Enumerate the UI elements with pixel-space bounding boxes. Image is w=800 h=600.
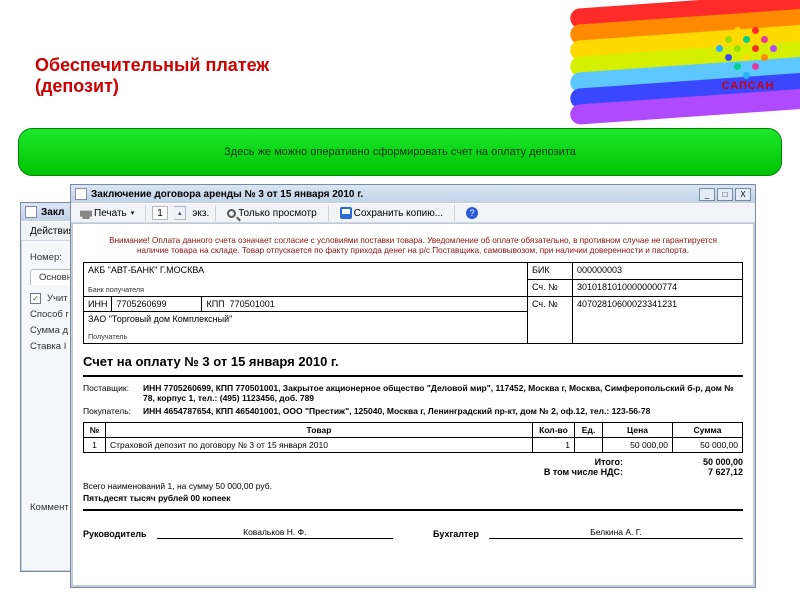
payee-acct-label: Сч. № bbox=[528, 296, 573, 343]
bank-recipient-label: Банк получателя bbox=[88, 285, 523, 294]
bik-label: БИК bbox=[528, 262, 573, 279]
copies-input[interactable]: 1 bbox=[152, 206, 168, 220]
copies-suffix: экз. bbox=[192, 208, 209, 219]
magnifier-icon bbox=[227, 209, 236, 218]
save-icon bbox=[340, 207, 352, 219]
warning-text: Внимание! Оплата данного счета означает … bbox=[83, 232, 743, 262]
slide-title-line2: (депозит) bbox=[35, 76, 269, 97]
brand: САПСАН bbox=[716, 18, 780, 92]
info-banner: Здесь же можно оперативно сформировать с… bbox=[18, 128, 782, 176]
supplier-label: Поставщик: bbox=[83, 383, 143, 403]
invoice-window: Заключение договора аренды № 3 от 15 янв… bbox=[70, 184, 756, 588]
payee-label: Получатель bbox=[88, 332, 523, 341]
supplier-value: ИНН 7705260699, КПП 770501001, Закрытое … bbox=[143, 383, 743, 403]
signatures: Руководитель Ковальков Н. Ф. Бухгалтер Б… bbox=[83, 527, 743, 539]
table-row: 1 Страховой депозит по договору № 3 от 1… bbox=[84, 437, 743, 452]
brand-logo bbox=[716, 18, 780, 78]
window-title: Заключение договора аренды № 3 от 15 янв… bbox=[91, 189, 697, 200]
amount-words: Пятьдесят тысяч рублей 00 копеек bbox=[83, 493, 743, 503]
bank-name: АКБ "АВТ-БАНК" Г.МОСКВА bbox=[88, 265, 523, 275]
invoice-heading: Счет на оплату № 3 от 15 января 2010 г. bbox=[83, 344, 743, 371]
invoice-document: Внимание! Оплата данного счета означает … bbox=[72, 223, 754, 586]
toolbar: Печать▾ 1 ▴ экз. Только просмотр Сохранит… bbox=[71, 203, 755, 223]
minimize-button[interactable]: _ bbox=[699, 188, 715, 201]
nds-value: 7 627,12 bbox=[663, 467, 743, 477]
titlebar[interactable]: Заключение договора аренды № 3 от 15 янв… bbox=[71, 185, 755, 203]
buyer-row: Покупатель: ИНН 4654787654, КПП 46540100… bbox=[83, 406, 743, 416]
save-copy-button[interactable]: Сохранить копию... bbox=[335, 205, 448, 221]
slide-title-line1: Обеспечительный платеж bbox=[35, 55, 269, 76]
kpp-value: 770501001 bbox=[230, 299, 275, 309]
print-icon bbox=[80, 207, 92, 219]
accountant-name: Белкина А. Г. bbox=[489, 527, 743, 539]
bank-acct-label: Сч. № bbox=[528, 279, 573, 296]
payee-acct-value: 40702810600023341231 bbox=[573, 296, 743, 343]
print-button[interactable]: Печать▾ bbox=[75, 205, 139, 221]
help-button[interactable]: ? bbox=[461, 205, 483, 221]
maximize-button[interactable]: □ bbox=[717, 188, 733, 201]
view-only-button[interactable]: Только просмотр bbox=[222, 206, 321, 221]
payee-name: ЗАО "Торговый дом Комплексный" bbox=[88, 314, 523, 324]
close-button[interactable]: X bbox=[735, 188, 751, 201]
buyer-label: Покупатель: bbox=[83, 406, 143, 416]
inn-value: 7705260699 bbox=[116, 299, 166, 309]
slide-title: Обеспечительный платеж (депозит) bbox=[35, 55, 269, 96]
totals: Итого:50 000,00 В том числе НДС:7 627,12 bbox=[83, 457, 743, 477]
items-table: № Товар Кол-во Ед. Цена Сумма 1 Страхово… bbox=[83, 422, 743, 453]
brand-label: САПСАН bbox=[716, 80, 780, 92]
manager-name: Ковальков Н. Ф. bbox=[157, 527, 393, 539]
bank-details-table: АКБ "АВТ-БАНК" Г.МОСКВА Банк получателя … bbox=[83, 262, 743, 344]
window-icon bbox=[25, 206, 37, 218]
bank-acct-value: 30101810100000000774 bbox=[573, 279, 743, 296]
manager-label: Руководитель bbox=[83, 529, 147, 539]
buyer-value: ИНН 4654787654, КПП 465401001, ООО "Прес… bbox=[143, 406, 743, 416]
copies-stepper[interactable]: ▴ bbox=[174, 206, 186, 220]
accountant-label: Бухгалтер bbox=[433, 529, 479, 539]
total-value: 50 000,00 bbox=[663, 457, 743, 467]
supplier-row: Поставщик: ИНН 7705260699, КПП 770501001… bbox=[83, 383, 743, 403]
window-icon bbox=[75, 188, 87, 200]
info-banner-text: Здесь же можно оперативно сформировать с… bbox=[224, 146, 576, 158]
bik-value: 000000003 bbox=[573, 262, 743, 279]
help-icon: ? bbox=[466, 207, 478, 219]
bg-chk-label: Учит bbox=[47, 293, 68, 304]
bg-checkbox-uchit[interactable]: ✓ bbox=[30, 293, 41, 304]
count-line: Всего наименований 1, на сумму 50 000,00… bbox=[83, 481, 743, 491]
